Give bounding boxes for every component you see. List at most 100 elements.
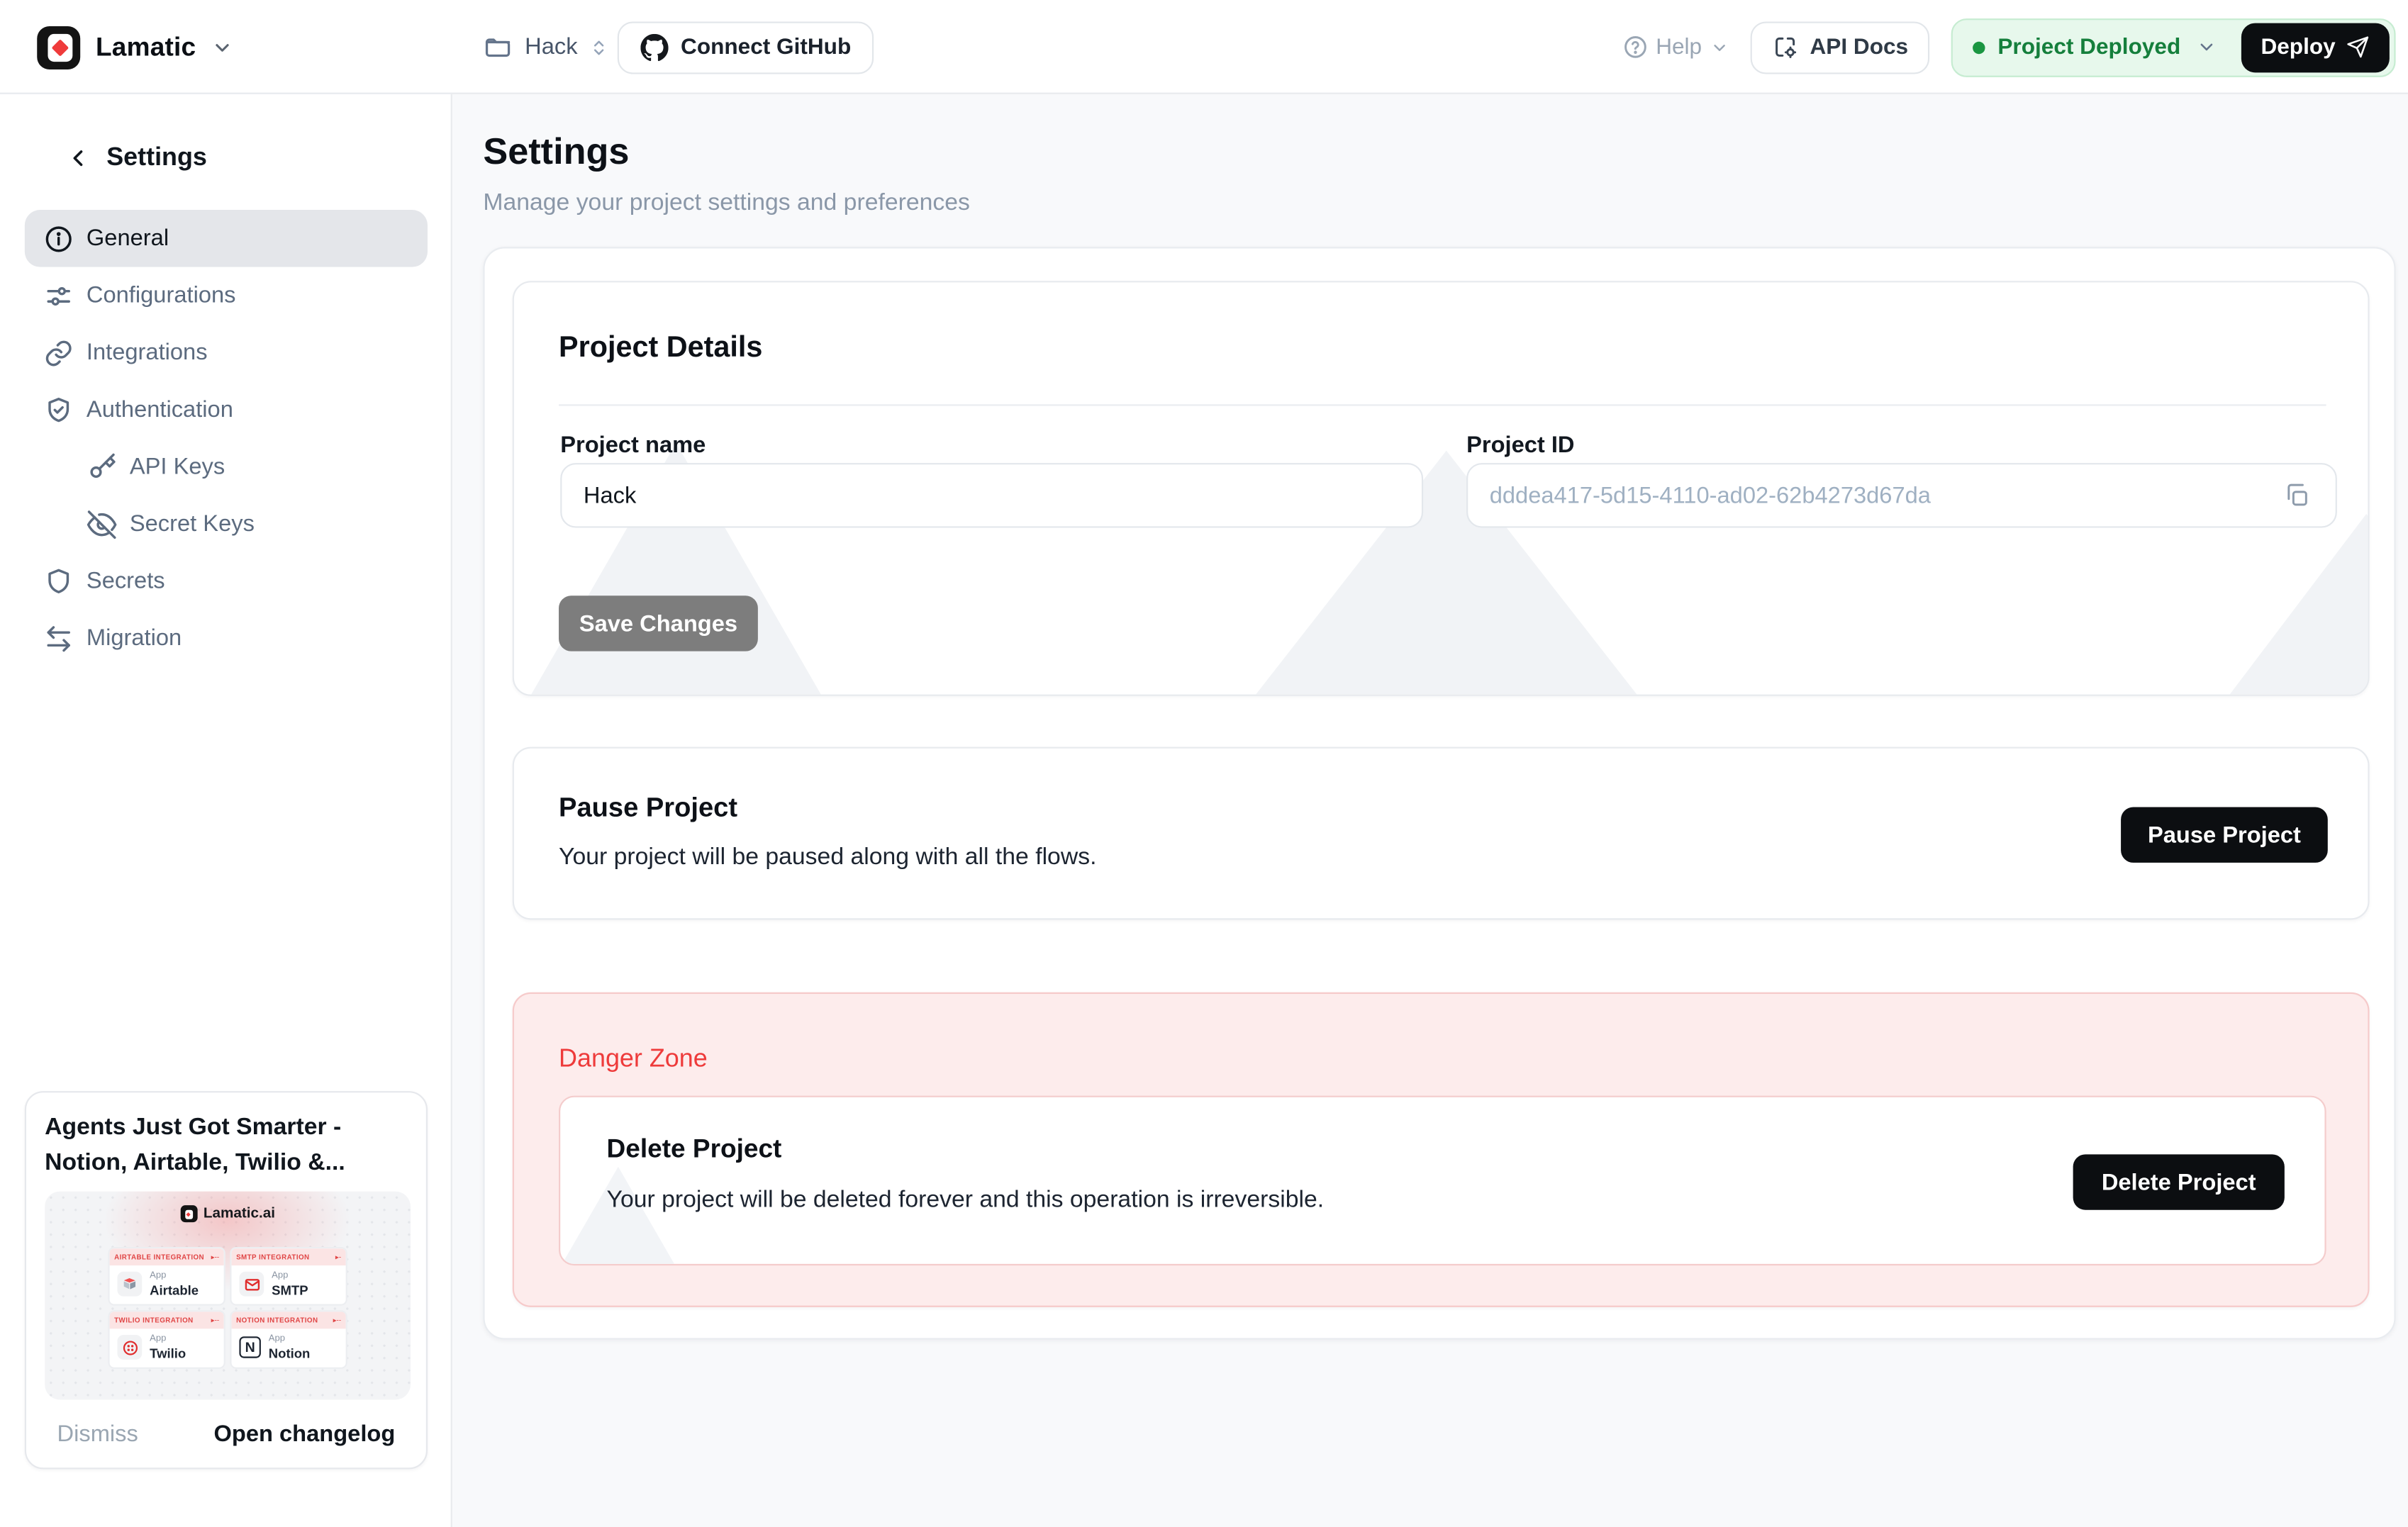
- deploy-status-pill: Project Deployed Deploy: [1951, 18, 2396, 77]
- play-icon: ▸--: [211, 1316, 219, 1325]
- divider: [559, 404, 2326, 405]
- sidebar-item-label: Authentication: [87, 396, 233, 423]
- folder-icon: [483, 33, 512, 62]
- promo-card-notion: NOTION INTEGRATION▸-- N App Notion: [230, 1310, 347, 1369]
- help-circle-icon: [1622, 34, 1648, 60]
- dismiss-button[interactable]: Dismiss: [57, 1421, 138, 1448]
- project-name-label: Project name: [560, 432, 706, 459]
- sidebar-item-label: General: [87, 225, 169, 252]
- promo-image: Lamatic.ai AIRTABLE INTEGRATION▸-- App A…: [45, 1192, 411, 1400]
- page-title: Settings: [483, 131, 629, 174]
- deploy-label: Deploy: [2261, 35, 2335, 60]
- brand-name: Lamatic: [96, 32, 196, 63]
- settings-panel: Project Details Project name Project ID …: [483, 247, 2395, 1339]
- app-root: Lamatic Hack Connect GitHub: [0, 0, 2408, 1527]
- project-id-label: Project ID: [1466, 432, 1574, 459]
- sidebar-item-integrations[interactable]: Integrations: [25, 324, 428, 381]
- sidebar-item-migration[interactable]: Migration: [25, 610, 428, 667]
- key-icon: [87, 452, 118, 483]
- save-changes-button[interactable]: Save Changes: [559, 595, 758, 651]
- brand[interactable]: Lamatic: [37, 0, 233, 94]
- play-icon: ▸-: [335, 1253, 341, 1262]
- info-icon: [43, 223, 74, 254]
- chevron-down-icon: [1710, 38, 1728, 56]
- promo-card-twilio: TWILIO INTEGRATION▸-- App Twilio: [108, 1310, 225, 1369]
- sidebar-title: Settings: [106, 142, 207, 172]
- sidebar-item-label: Configurations: [87, 282, 236, 308]
- promo-integration-grid: AIRTABLE INTEGRATION▸-- App Airtable: [108, 1247, 347, 1369]
- lamatic-logo-icon: [180, 1205, 197, 1222]
- sidebar-item-label: Migration: [87, 625, 182, 651]
- danger-zone-card: Danger Zone Delete Project Your project …: [513, 992, 2370, 1307]
- pause-project-card: Pause Project Your project will be pause…: [513, 747, 2370, 920]
- settings-back-header[interactable]: Settings: [0, 138, 207, 178]
- delete-project-description: Your project will be deleted forever and…: [607, 1187, 1325, 1214]
- link-icon: [43, 337, 74, 369]
- api-docs-label: API Docs: [1810, 35, 1909, 60]
- sidebar-item-label: Integrations: [87, 340, 208, 366]
- airtable-icon: [117, 1272, 142, 1297]
- sidebar-item-label: Secrets: [87, 568, 165, 594]
- play-icon: ▸--: [211, 1253, 219, 1262]
- project-name-breadcrumb: Hack: [525, 34, 577, 60]
- settings-nav: General Configurations Integrations Auth…: [25, 210, 428, 666]
- shield-icon: [43, 566, 74, 597]
- copy-icon[interactable]: [2283, 481, 2311, 509]
- pause-project-button[interactable]: Pause Project: [2121, 807, 2328, 863]
- shield-check-icon: [43, 394, 74, 425]
- main-content: Settings Manage your project settings an…: [452, 94, 2408, 1527]
- sidebar-item-secrets[interactable]: Secrets: [25, 552, 428, 610]
- sidebar-item-api-keys[interactable]: API Keys: [25, 438, 428, 496]
- promo-lamatic-logo: Lamatic.ai: [45, 1205, 411, 1222]
- promo-card-smtp: SMTP INTEGRATION▸- App SMTP: [230, 1247, 347, 1306]
- sidebar-item-general[interactable]: General: [25, 210, 428, 267]
- project-switcher[interactable]: Hack: [483, 0, 608, 94]
- help-menu[interactable]: Help: [1622, 34, 1728, 60]
- lamatic-logo-icon: [37, 26, 80, 69]
- help-label: Help: [1656, 35, 1702, 60]
- watermark-triangle: [560, 1167, 676, 1265]
- promo-title: Agents Just Got Smarter - Notion, Airtab…: [45, 1109, 408, 1180]
- topbar: Lamatic Hack Connect GitHub: [0, 0, 2408, 94]
- chevron-down-icon[interactable]: [2196, 37, 2216, 57]
- github-icon: [640, 34, 668, 62]
- deploy-status-label: Project Deployed: [1997, 35, 2180, 60]
- sidebar-item-authentication[interactable]: Authentication: [25, 381, 428, 439]
- project-details-title: Project Details: [559, 332, 762, 366]
- pause-project-title: Pause Project: [559, 792, 737, 824]
- sidebar: Settings General Configurations Integrat…: [0, 94, 452, 1527]
- notion-icon: N: [239, 1336, 260, 1358]
- delete-project-card: Delete Project Your project will be dele…: [559, 1096, 2326, 1265]
- danger-zone-title: Danger Zone: [559, 1045, 708, 1074]
- sliders-icon: [43, 280, 74, 311]
- sidebar-item-label: API Keys: [130, 454, 225, 480]
- project-id-input[interactable]: [1466, 463, 2337, 527]
- chevron-left-icon: [65, 145, 91, 171]
- chevrons-up-down-icon: [590, 38, 608, 56]
- send-icon: [2346, 35, 2370, 59]
- page-subtitle: Manage your project settings and prefere…: [483, 190, 970, 218]
- connect-github-label: Connect GitHub: [681, 35, 851, 60]
- sidebar-item-secret-keys[interactable]: Secret Keys: [25, 496, 428, 553]
- status-dot: [1973, 41, 1985, 53]
- sidebar-item-configurations[interactable]: Configurations: [25, 267, 428, 325]
- eye-off-icon: [87, 508, 118, 539]
- deploy-button[interactable]: Deploy: [2241, 23, 2390, 72]
- delete-project-button[interactable]: Delete Project: [2073, 1154, 2285, 1209]
- delete-project-title: Delete Project: [607, 1134, 782, 1165]
- topbar-actions: Help API Docs Project Deployed Deploy: [1622, 0, 2395, 94]
- api-docs-icon: [1771, 34, 1797, 60]
- play-icon: ▸--: [333, 1316, 341, 1325]
- connect-github-button[interactable]: Connect GitHub: [618, 21, 874, 74]
- api-docs-button[interactable]: API Docs: [1750, 21, 1930, 73]
- promo-footer: Dismiss Open changelog: [26, 1421, 426, 1448]
- project-name-input[interactable]: [560, 463, 1423, 527]
- swap-arrows-icon: [43, 622, 74, 654]
- chevron-down-icon[interactable]: [211, 36, 233, 57]
- twilio-icon: [117, 1335, 142, 1360]
- open-changelog-button[interactable]: Open changelog: [213, 1421, 395, 1448]
- pause-project-description: Your project will be paused along with a…: [559, 844, 1096, 872]
- watermark-triangle: [2227, 514, 2369, 696]
- smtp-mail-icon: [239, 1272, 264, 1297]
- project-details-card: Project Details Project name Project ID …: [513, 281, 2370, 696]
